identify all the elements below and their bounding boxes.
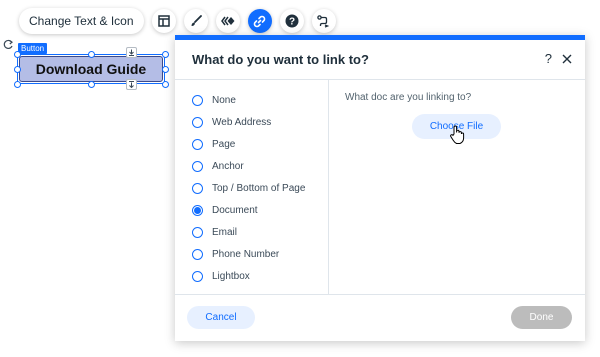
svg-text:?: ?: [288, 17, 294, 28]
link-option-document[interactable]: Document: [192, 202, 258, 218]
layout-icon: [157, 15, 170, 27]
option-label: Top / Bottom of Page: [212, 182, 306, 194]
animation-button[interactable]: [215, 9, 240, 33]
resize-handle-bottom-right[interactable]: [162, 81, 169, 88]
radio-button[interactable]: [192, 182, 203, 194]
radio-button[interactable]: [192, 116, 203, 128]
change-text-icon-button[interactable]: Change Text & Icon: [19, 8, 144, 34]
resize-handle-right[interactable]: [162, 66, 169, 73]
link-type-list: None Web Address Page Anchor Top / Botto…: [175, 80, 329, 294]
link-option-none[interactable]: None: [192, 92, 236, 108]
link-option-web-address[interactable]: Web Address: [192, 114, 271, 130]
selection-tag: Button: [18, 43, 48, 54]
document-prompt: What doc are you linking to?: [345, 92, 472, 103]
radio-button[interactable]: [192, 160, 203, 172]
dialog-footer: Cancel Done: [175, 294, 585, 341]
rotate-icon: [3, 39, 13, 49]
link-option-phone[interactable]: Phone Number: [192, 246, 279, 262]
done-button[interactable]: Done: [511, 306, 572, 329]
help-button[interactable]: ?: [545, 51, 552, 66]
help-button[interactable]: ?: [279, 9, 304, 33]
dialog-header: What do you want to link to? ?: [175, 40, 585, 80]
layout-button[interactable]: [151, 9, 176, 33]
document-panel: What doc are you linking to? Choose File: [329, 80, 585, 294]
option-label: Anchor: [212, 160, 244, 172]
radio-button[interactable]: [192, 226, 203, 238]
link-option-lightbox[interactable]: Lightbox: [192, 268, 250, 284]
option-label: Email: [212, 226, 238, 238]
dialog-title: What do you want to link to?: [192, 52, 369, 67]
link-button[interactable]: [247, 9, 272, 33]
link-option-anchor[interactable]: Anchor: [192, 158, 244, 174]
close-button[interactable]: [560, 52, 574, 66]
hand-cursor-icon: [450, 125, 465, 144]
connect-button[interactable]: [311, 9, 336, 33]
radio-button[interactable]: [192, 248, 203, 260]
connect-icon: [317, 14, 330, 28]
arrow-down-icon: [129, 81, 134, 88]
link-option-email[interactable]: Email: [192, 224, 237, 240]
link-dialog: What do you want to link to? ? None Web …: [175, 35, 585, 341]
option-label: Phone Number: [212, 248, 280, 260]
resize-handle-top-left[interactable]: [14, 51, 21, 58]
arrow-down-icon: [129, 49, 134, 56]
link-option-page[interactable]: Page: [192, 136, 235, 152]
resize-handle-top[interactable]: [88, 51, 95, 58]
option-label: Page: [212, 138, 236, 150]
close-icon: [562, 54, 572, 64]
brush-icon: [191, 15, 202, 26]
animation-icon: [220, 16, 235, 26]
stretch-handle-bottom[interactable]: [126, 79, 137, 90]
option-label: Web Address: [212, 116, 272, 128]
radio-button[interactable]: [192, 270, 203, 282]
cancel-button[interactable]: Cancel: [187, 306, 255, 329]
design-button[interactable]: [183, 9, 208, 33]
resize-handle-left[interactable]: [14, 66, 21, 73]
radio-button[interactable]: [192, 138, 203, 150]
download-guide-button[interactable]: Download Guide: [19, 56, 163, 82]
rotate-handle[interactable]: [2, 38, 14, 50]
link-option-top-bottom[interactable]: Top / Bottom of Page: [192, 180, 305, 196]
link-icon: [253, 15, 266, 27]
radio-button[interactable]: [192, 94, 203, 106]
stretch-handle-top[interactable]: [126, 47, 137, 58]
option-label: None: [212, 94, 236, 106]
radio-button-checked[interactable]: [192, 204, 203, 216]
resize-handle-bottom-left[interactable]: [14, 81, 21, 88]
option-label: Lightbox: [212, 270, 250, 282]
help-icon: ?: [285, 14, 299, 28]
option-label: Document: [212, 204, 258, 216]
resize-handle-bottom[interactable]: [88, 81, 95, 88]
floating-toolbar: Change Text & Icon ?: [19, 7, 336, 35]
resize-handle-top-right[interactable]: [162, 51, 169, 58]
